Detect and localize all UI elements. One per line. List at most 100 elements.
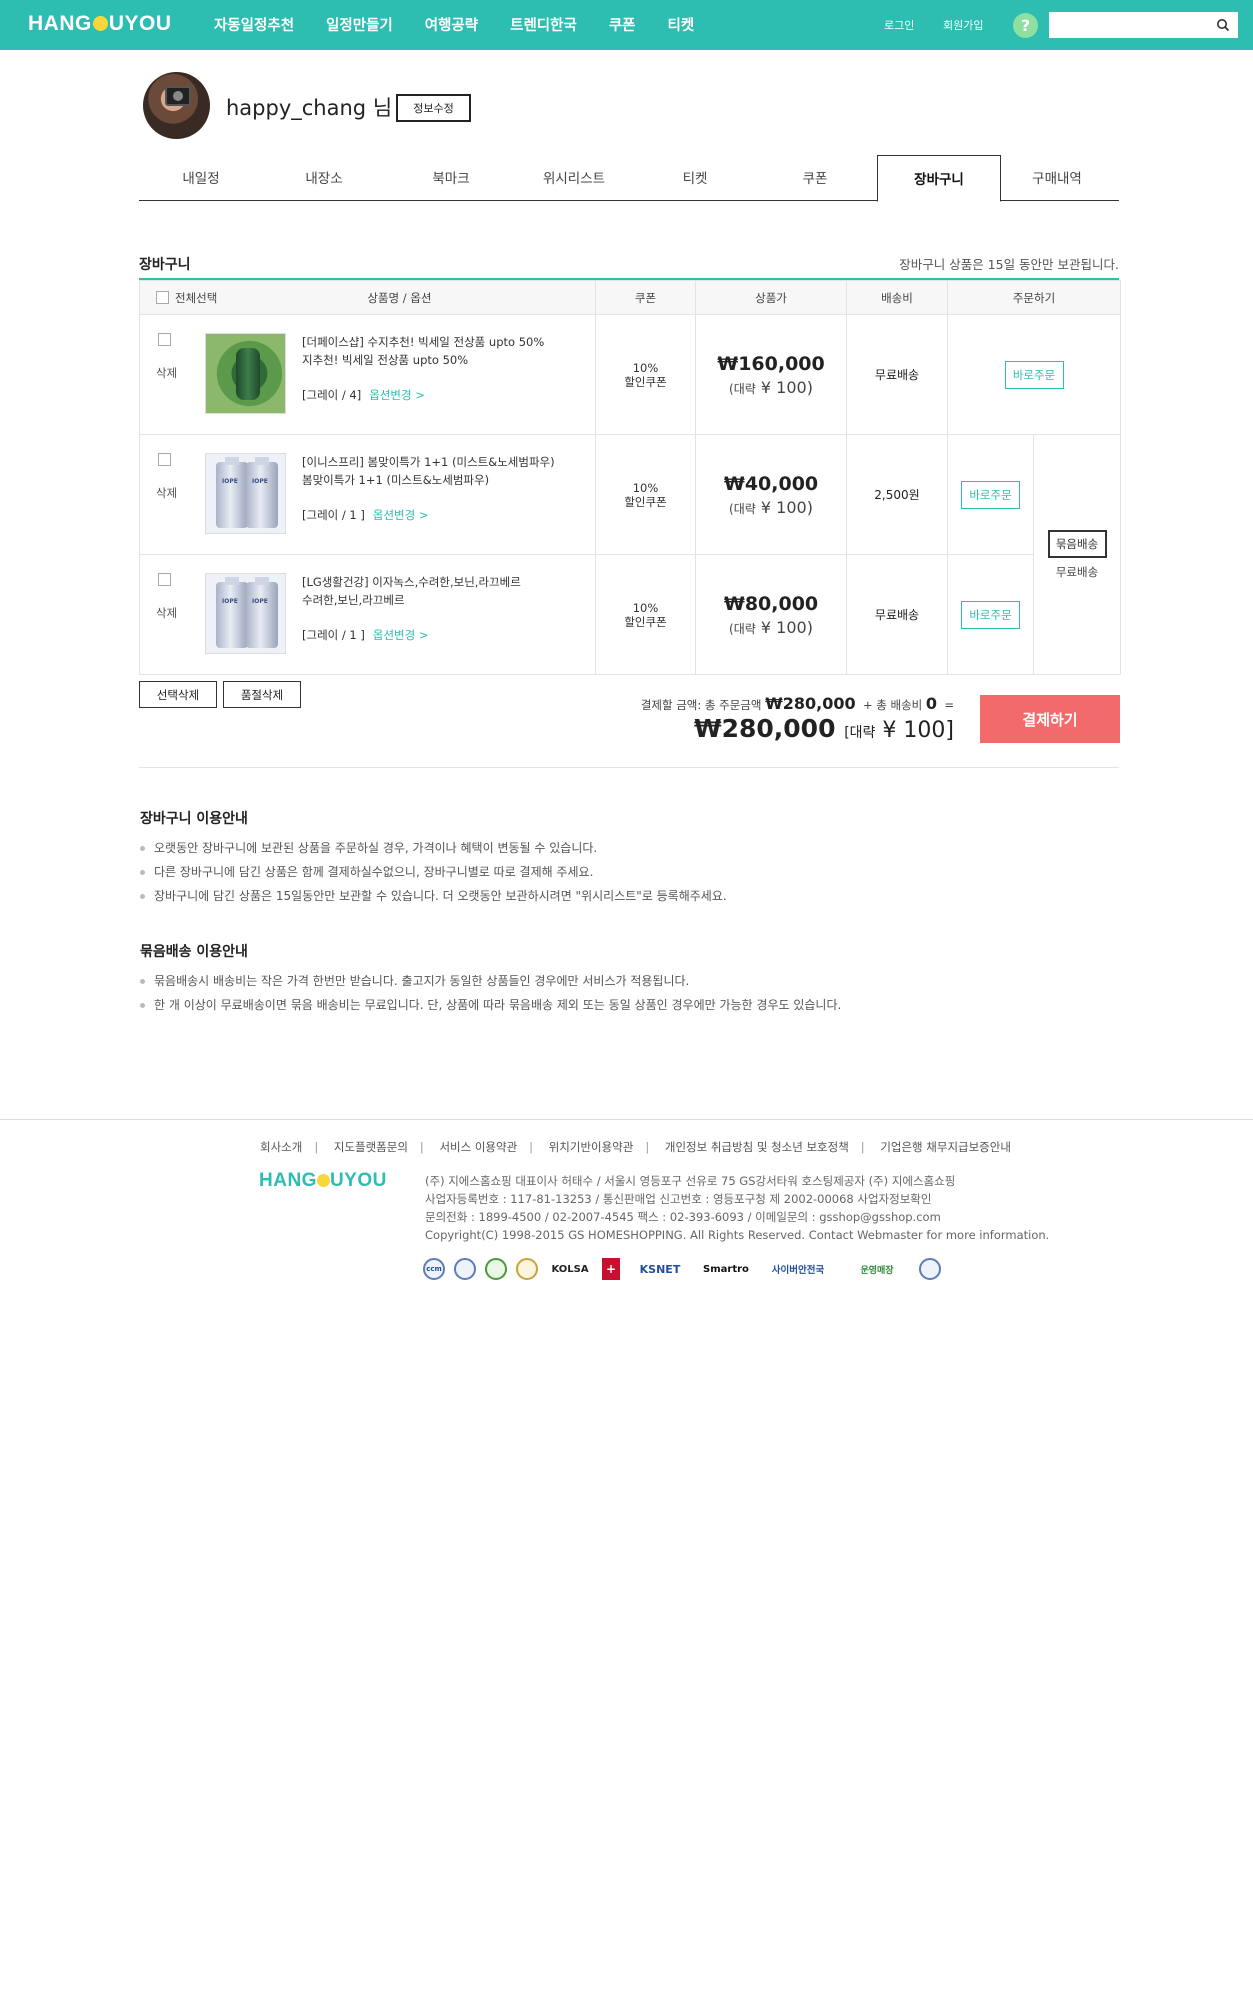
item-checkbox[interactable] bbox=[158, 573, 171, 586]
footer-links: 회사소개 | 지도플랫폼문의 | 서비스 이용약관 | 위치기반이용약관 | 개인정보 … bbox=[260, 1140, 1011, 1154]
tab-cart[interactable]: 장바구니 bbox=[877, 155, 1001, 202]
product-name[interactable]: [LG생활건강] 이자녹스,수려한,보닌,라끄베르 수려한,보닌,라끄베르 bbox=[302, 573, 587, 609]
certification-badges: ccm KOLSA + KSNET Smartro 사이버안전국 운영매장 bbox=[423, 1258, 941, 1280]
menu-item-travel-guide[interactable]: 여행공략 bbox=[425, 14, 478, 35]
shipping-cell: 무료배송 bbox=[846, 554, 948, 675]
bundle-shipping-button[interactable]: 묶음배송 bbox=[1047, 529, 1107, 558]
divider bbox=[139, 767, 1119, 768]
order-cell: 바로주문 bbox=[947, 554, 1034, 675]
select-all-checkbox[interactable] bbox=[156, 291, 169, 304]
product-name[interactable]: [더페이스샵] 수지추천! 빅세일 전상품 upto 50% 지추천! 빅세일 전… bbox=[302, 333, 587, 369]
product-name[interactable]: [이니스프리] 봄맞이특가 1+1 (미스트&노세범파우) 봄맞이특가 1+1 (… bbox=[302, 453, 587, 489]
item-price: ₩160,000 bbox=[717, 352, 825, 375]
camera-icon bbox=[165, 86, 191, 106]
delete-soldout-button[interactable]: 품절삭제 bbox=[223, 681, 301, 708]
cross-badge-icon: + bbox=[602, 1258, 620, 1280]
checkout-button[interactable]: 결제하기 bbox=[980, 695, 1120, 743]
delete-link[interactable]: 삭제 bbox=[156, 485, 177, 501]
product-cell: 삭제 [더페이스샵] 수지추천! 빅세일 전상품 upto 50% 지추천! 빅세… bbox=[139, 314, 596, 435]
footer-link-guarantee[interactable]: 기업은행 채무지급보증안내 bbox=[880, 1140, 1011, 1154]
delete-link[interactable]: 삭제 bbox=[156, 365, 177, 381]
cart-guide-list: 오랫동안 장바구니에 보관된 상품을 주문하실 경우, 가격이나 혜택이 변동될… bbox=[140, 836, 727, 908]
list-item: 한 개 이상이 무료배송이면 묶음 배송비는 무료입니다. 단, 상품에 따라 … bbox=[140, 993, 841, 1017]
bundle-cell: 묶음배송 무료배송 bbox=[1032, 434, 1122, 675]
bundle-shipping-text: 무료배송 bbox=[1055, 564, 1099, 579]
cyber-police-badge-icon: 사이버안전국 bbox=[771, 1265, 825, 1276]
price-cell: ₩80,000 (대략 ¥ 100) bbox=[695, 554, 847, 675]
product-option: [그레이 / 4] 옵션변경 > bbox=[302, 388, 425, 402]
store-badge-icon: 운영매장 bbox=[860, 1265, 894, 1276]
option-change-link[interactable]: 옵션변경 > bbox=[373, 508, 429, 522]
login-link[interactable]: 로그인 bbox=[884, 17, 914, 33]
column-header-order: 주문하기 bbox=[946, 280, 1122, 315]
product-thumbnail[interactable] bbox=[205, 573, 286, 654]
bundle-guide-list: 묶음배송시 배송비는 작은 가격 한번만 받습니다. 출고지가 동일한 상품들인… bbox=[140, 969, 841, 1017]
menu-item-trendy-korea[interactable]: 트렌디한국 bbox=[510, 14, 577, 35]
search-input[interactable] bbox=[1049, 12, 1209, 38]
menu-item-make-schedule[interactable]: 일정만들기 bbox=[326, 14, 393, 35]
site-logo[interactable]: HANG UYOU bbox=[28, 12, 172, 36]
product-option: [그레이 / 1 ] 옵션변경 > bbox=[302, 508, 429, 522]
tab-coupon[interactable]: 쿠폰 bbox=[753, 155, 877, 201]
order-cell: 바로주문 bbox=[946, 314, 1122, 435]
cart-retention-note: 장바구니 상품은 15일 동안만 보관됩니다. bbox=[899, 257, 1119, 272]
menu-item-auto-schedule[interactable]: 자동일정추천 bbox=[214, 14, 294, 35]
menu-item-ticket[interactable]: 티켓 bbox=[668, 14, 695, 35]
price-cell: ₩160,000 (대략 ¥ 100) bbox=[695, 314, 847, 435]
ksnet-badge-icon: KSNET bbox=[639, 1262, 681, 1276]
order-now-button[interactable]: 바로주문 bbox=[961, 480, 1020, 509]
search-icon[interactable] bbox=[1216, 18, 1230, 32]
price-cell: ₩40,000 (대략 ¥ 100) bbox=[695, 434, 847, 555]
signup-link[interactable]: 회원가입 bbox=[943, 17, 983, 33]
product-cell: 삭제 [LG생활건강] 이자녹스,수려한,보닌,라끄베르수려한,보닌,라끄베르 … bbox=[139, 554, 596, 675]
search-box bbox=[1049, 12, 1238, 38]
list-item: 다른 장바구니에 담긴 상품은 함께 결제하실수없으니, 장바구니별로 따로 결… bbox=[140, 860, 727, 884]
tab-purchase-history[interactable]: 구매내역 bbox=[995, 155, 1119, 201]
footer-link-location-terms[interactable]: 위치기반이용약관 bbox=[549, 1140, 634, 1154]
footer-logo[interactable]: HANG UYOU bbox=[259, 1170, 387, 1192]
payment-summary: 결제할 금액: 총 주문금액 ₩280,000 + 총 배송비 0 = bbox=[640, 694, 954, 713]
item-price: ₩80,000 bbox=[723, 592, 819, 615]
select-all[interactable]: 전체선택 bbox=[140, 290, 217, 306]
coupon-cell[interactable]: 10% 할인쿠폰 bbox=[595, 434, 696, 555]
kolsa-badge-icon: KOLSA bbox=[551, 1263, 589, 1275]
table-row: 삭제 [이니스프리] 봄맞이특가 1+1 (미스트&노세범파우)봄맞이특가 1+… bbox=[139, 434, 1122, 675]
list-item: 오랫동안 장바구니에 보관된 상품을 주문하실 경우, 가격이나 혜택이 변동될… bbox=[140, 836, 727, 860]
footer-link-map-platform[interactable]: 지도플랫폼문의 bbox=[334, 1140, 408, 1154]
order-now-button[interactable]: 바로주문 bbox=[1004, 360, 1064, 389]
tab-ticket[interactable]: 티켓 bbox=[633, 155, 757, 201]
coupon-cell[interactable]: 10% 할인쿠폰 bbox=[595, 554, 696, 675]
delete-link[interactable]: 삭제 bbox=[156, 605, 177, 621]
footer-link-terms[interactable]: 서비스 이용약관 bbox=[439, 1140, 517, 1154]
footer-link-privacy[interactable]: 개인정보 취급방침 및 청소년 보호정책 bbox=[665, 1140, 849, 1154]
item-price-approx: (대략 ¥ 100) bbox=[729, 377, 813, 397]
cert-badge-icon bbox=[485, 1258, 507, 1280]
help-icon[interactable]: ? bbox=[1013, 13, 1038, 38]
ccm-badge-icon: ccm bbox=[423, 1258, 445, 1280]
option-change-link[interactable]: 옵션변경 > bbox=[369, 388, 425, 402]
list-item: 묶음배송시 배송비는 작은 가격 한번만 받습니다. 출고지가 동일한 상품들인… bbox=[140, 969, 841, 993]
coupon-cell[interactable]: 10% 할인쿠폰 bbox=[595, 314, 696, 435]
tab-my-schedule[interactable]: 내일정 bbox=[139, 155, 263, 201]
product-thumbnail[interactable] bbox=[205, 453, 286, 534]
product-thumbnail[interactable] bbox=[205, 333, 286, 414]
order-cell: 바로주문 bbox=[947, 434, 1034, 555]
cart-title: 장바구니 bbox=[139, 257, 191, 273]
delete-selected-button[interactable]: 선택삭제 bbox=[139, 681, 217, 708]
order-now-button[interactable]: 바로주문 bbox=[961, 600, 1020, 629]
product-cell: 삭제 [이니스프리] 봄맞이특가 1+1 (미스트&노세범파우)봄맞이특가 1+… bbox=[139, 434, 596, 555]
footer-link-company[interactable]: 회사소개 bbox=[260, 1140, 302, 1154]
cert-badge-icon bbox=[516, 1258, 538, 1280]
item-checkbox[interactable] bbox=[158, 453, 171, 466]
cart-table: 전체선택 상품명 / 옵션 쿠폰 상품가 배송비 주문하기 삭제 [더페이스샵]… bbox=[139, 280, 1122, 675]
tab-my-places[interactable]: 내장소 bbox=[262, 155, 386, 201]
tab-bookmark[interactable]: 북마크 bbox=[389, 155, 513, 201]
company-info: (주) 지에스홈쇼핑 대표이사 허태수 / 서울시 영등포구 선유로 75 GS… bbox=[425, 1174, 1050, 1242]
option-change-link[interactable]: 옵션변경 > bbox=[373, 628, 429, 642]
tab-wishlist[interactable]: 위시리스트 bbox=[512, 155, 636, 201]
top-navigation-bar: HANG UYOU 자동일정추천 일정만들기 여행공략 트렌디한국 쿠폰 티켓 로… bbox=[0, 0, 1253, 50]
menu-item-coupon[interactable]: 쿠폰 bbox=[609, 14, 636, 35]
username: happy_chang 님 bbox=[226, 96, 393, 120]
edit-profile-button[interactable]: 정보수정 bbox=[396, 94, 471, 122]
item-checkbox[interactable] bbox=[158, 333, 171, 346]
